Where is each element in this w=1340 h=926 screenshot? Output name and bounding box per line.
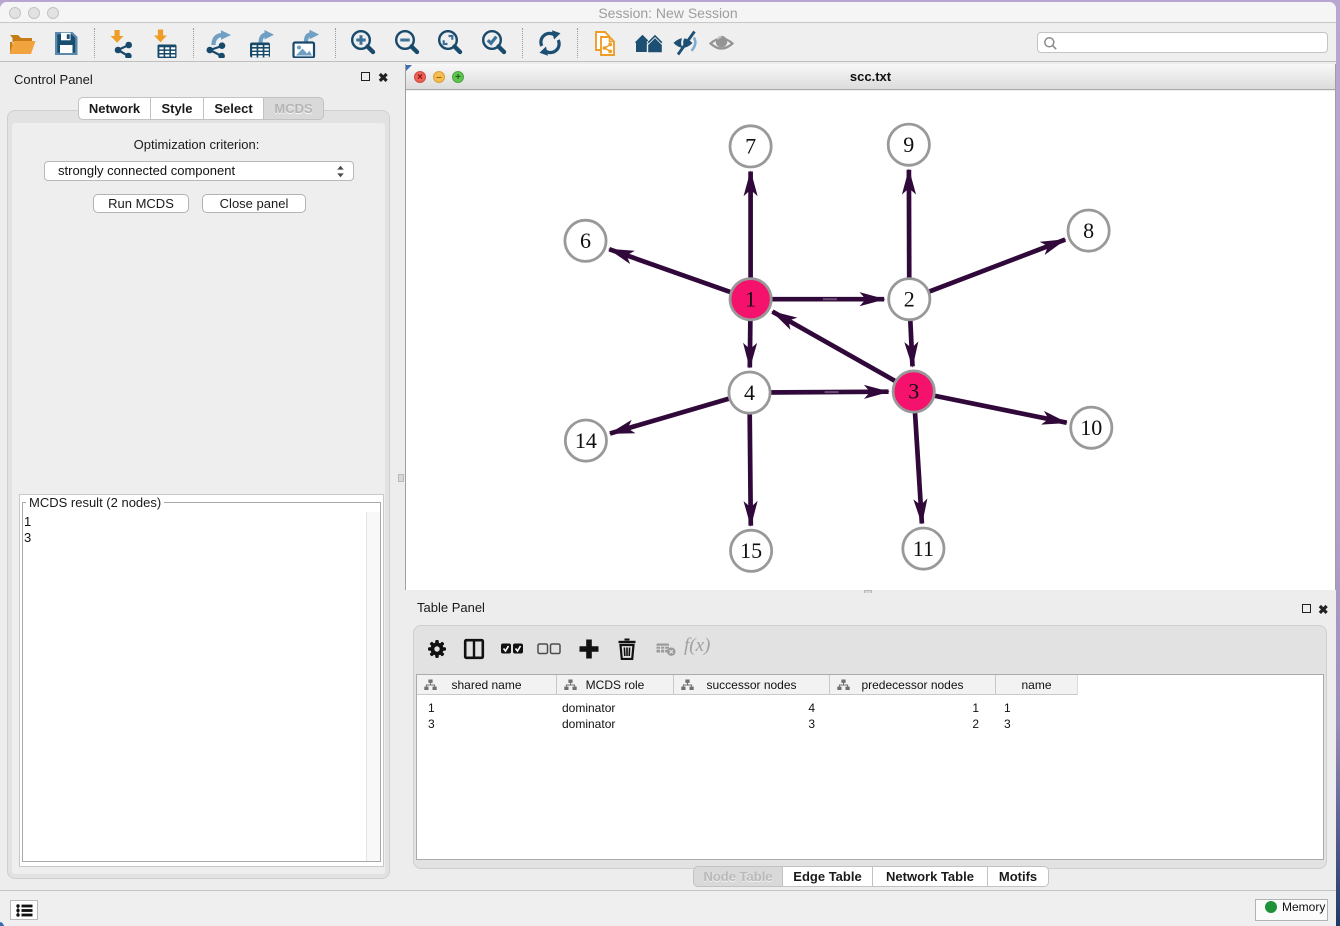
svg-text:6: 6	[580, 228, 591, 253]
svg-text:9: 9	[903, 132, 914, 157]
svg-text:8: 8	[1083, 218, 1094, 243]
svg-text:4: 4	[744, 380, 755, 405]
svg-text:3: 3	[908, 379, 919, 404]
svg-text:1: 1	[745, 286, 756, 311]
svg-text:10: 10	[1080, 415, 1102, 440]
svg-text:11: 11	[913, 536, 934, 561]
svg-text:15: 15	[740, 538, 762, 563]
svg-text:14: 14	[575, 428, 597, 453]
svg-text:2: 2	[904, 286, 915, 311]
svg-text:7: 7	[745, 134, 756, 159]
